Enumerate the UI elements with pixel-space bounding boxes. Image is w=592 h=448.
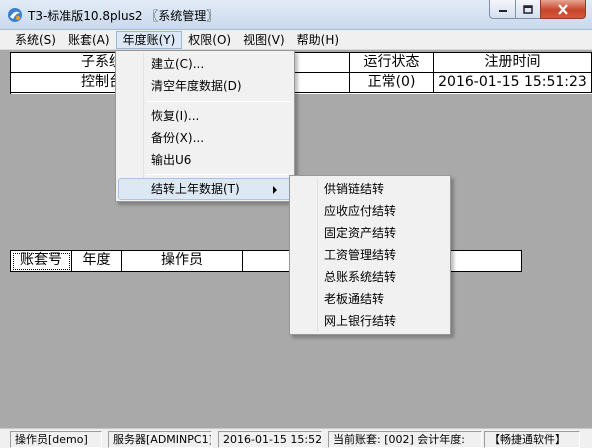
menu-separator — [146, 174, 291, 175]
title-bar: T3-标准版10.8plus2 〖系统管理〗 — [0, 0, 592, 30]
maximize-icon — [523, 4, 533, 14]
submenu-arrow-icon — [273, 186, 277, 194]
menu-item-carry-forward[interactable]: 结转上年数据(T) — [118, 178, 292, 200]
carry-forward-submenu: 供销链结转 应收应付结转 固定资产结转 工资管理结转 总账系统结转 老板通结转 … — [289, 175, 451, 335]
cell-register-time[interactable]: 2016-01-15 15:51:23 — [434, 73, 592, 93]
maximize-button[interactable] — [515, 0, 540, 19]
minimize-icon — [498, 10, 507, 12]
status-bar: 操作员[demo] 服务器[ADMINPC1] 2016-01-15 15:52… — [0, 428, 592, 448]
menu-account-set[interactable]: 账套(A) — [62, 31, 116, 49]
menu-item-clear-year-data[interactable]: 清空年度数据(D) — [118, 75, 292, 97]
status-datetime: 2016-01-15 15:52 — [218, 431, 322, 448]
column-header-account-no[interactable]: 账套号 — [11, 251, 72, 272]
submenu-item-receivable-payable[interactable]: 应收应付结转 — [292, 200, 448, 222]
column-header-register-time[interactable]: 注册时间 — [434, 53, 592, 73]
menu-annual-account[interactable]: 年度账(Y) — [115, 30, 183, 49]
column-header-status[interactable]: 运行状态 — [350, 53, 434, 73]
menu-item-restore[interactable]: 恢复(I)... — [118, 105, 292, 127]
menu-item-export-u6[interactable]: 输出U6 — [118, 149, 292, 171]
menu-help[interactable]: 帮助(H) — [291, 31, 345, 49]
annual-account-menu: 建立(C)... 清空年度数据(D) 恢复(I)... 备份(X)... 输出U… — [115, 50, 295, 202]
app-logo-icon — [8, 8, 22, 22]
status-brand: 【畅捷通软件】 — [484, 431, 580, 448]
menu-item-carry-forward-label: 结转上年数据(T) — [151, 182, 240, 196]
submenu-item-online-banking[interactable]: 网上银行结转 — [292, 310, 448, 332]
submenu-item-general-ledger[interactable]: 总账系统结转 — [292, 266, 448, 288]
column-header-year[interactable]: 年度 — [72, 251, 122, 272]
window-title: T3-标准版10.8plus2 〖系统管理〗 — [28, 9, 219, 23]
status-server: 服务器[ADMINPC1] — [108, 431, 212, 448]
menu-bar: 系统(S) 账套(A) 年度账(Y) 权限(O) 视图(V) 帮助(H) — [0, 30, 592, 50]
close-button[interactable] — [540, 0, 586, 19]
menu-item-create[interactable]: 建立(C)... — [118, 53, 292, 75]
submenu-item-payroll[interactable]: 工资管理结转 — [292, 244, 448, 266]
menu-view[interactable]: 视图(V) — [237, 31, 291, 49]
menu-system[interactable]: 系统(S) — [9, 31, 62, 49]
column-header-operator[interactable]: 操作员 — [122, 251, 243, 272]
cell-status[interactable]: 正常(0) — [350, 73, 434, 93]
table-header-row: 子系统 站点 运行状态 注册时间 — [11, 53, 592, 73]
menu-permission[interactable]: 权限(O) — [182, 31, 237, 49]
minimize-button[interactable] — [489, 0, 515, 19]
menu-separator — [146, 101, 291, 102]
menu-item-backup[interactable]: 备份(X)... — [118, 127, 292, 149]
status-operator: 操作员[demo] — [10, 431, 102, 448]
submenu-item-supply-chain[interactable]: 供销链结转 — [292, 178, 448, 200]
submenu-item-boss-link[interactable]: 老板通结转 — [292, 288, 448, 310]
table-row[interactable]: 控制台 正常(0) 2016-01-15 15:51:23 — [11, 73, 592, 93]
submenu-item-fixed-assets[interactable]: 固定资产结转 — [292, 222, 448, 244]
close-icon — [558, 3, 568, 15]
status-current-account: 当前账套: [002] 会计年度: — [328, 431, 482, 448]
subsystem-table: 子系统 站点 运行状态 注册时间 控制台 正常(0) 2016-01-15 15… — [10, 52, 592, 94]
